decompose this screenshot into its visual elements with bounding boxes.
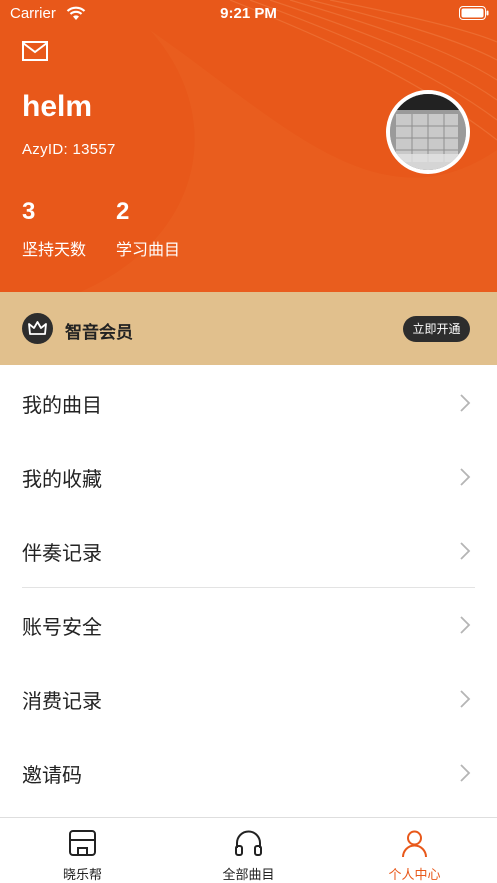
stat-value: 2 <box>116 198 130 225</box>
avatar-image <box>390 94 466 170</box>
store-icon <box>69 830 96 856</box>
menu-item-favorites[interactable]: 我的收藏 <box>0 439 497 513</box>
menu-item-accompaniment-history[interactable]: 伴奏记录 <box>0 513 497 587</box>
menu-item-label: 消费记录 <box>22 689 102 713</box>
menu-list: 我的曲目 我的收藏 伴奏记录 账号安全 消费记录 邀请码 <box>0 365 497 817</box>
chevron-right-icon <box>460 394 471 412</box>
stat-label: 坚持天数 <box>22 240 87 259</box>
menu-divider <box>22 587 475 588</box>
chevron-right-icon <box>460 468 471 486</box>
chevron-right-icon <box>460 764 471 782</box>
person-icon <box>402 830 427 858</box>
tab-label: 晓乐帮 <box>62 868 102 883</box>
tab-personal-center[interactable]: 个人中心 <box>332 818 497 883</box>
menu-item-label: 我的曲目 <box>22 393 102 417</box>
status-time: 9:21 PM <box>220 5 277 22</box>
username: helm <box>22 90 93 123</box>
menu-item-label: 邀请码 <box>22 763 82 787</box>
tab-all-songs[interactable]: 全部曲目 <box>166 818 331 883</box>
tab-label: 个人中心 <box>388 868 441 883</box>
chevron-right-icon <box>460 690 471 708</box>
crown-icon <box>22 313 53 344</box>
menu-item-my-songs[interactable]: 我的曲目 <box>0 365 497 439</box>
mail-icon[interactable] <box>22 40 48 62</box>
stat-value: 3 <box>22 198 36 225</box>
chevron-right-icon <box>460 616 471 634</box>
menu-item-label: 我的收藏 <box>22 467 102 491</box>
tab-xiaolebang[interactable]: 晓乐帮 <box>0 818 165 883</box>
status-bar: Carrier 9:21 PM <box>0 0 497 30</box>
stat-label: 学习曲目 <box>116 240 181 259</box>
vip-label: 智音会员 <box>65 323 133 343</box>
stat-persist-days: 3 坚持天数 <box>22 198 86 260</box>
headphones-icon <box>235 830 262 856</box>
vip-open-button[interactable]: 立即开通 <box>403 316 470 342</box>
user-id: AzyID: 13557 <box>22 141 116 158</box>
tab-bar: 晓乐帮 全部曲目 个人中心 <box>0 817 497 883</box>
battery-icon <box>459 6 489 20</box>
stat-learned-songs: 2 学习曲目 <box>116 198 180 260</box>
chevron-right-icon <box>460 542 471 560</box>
menu-item-invite-code[interactable]: 邀请码 <box>0 735 497 809</box>
avatar[interactable] <box>386 90 470 174</box>
menu-item-label: 伴奏记录 <box>22 541 102 565</box>
menu-item-account-security[interactable]: 账号安全 <box>0 587 497 661</box>
menu-item-label: 账号安全 <box>22 615 102 639</box>
menu-item-purchase-history[interactable]: 消费记录 <box>0 661 497 735</box>
tab-label: 全部曲目 <box>222 868 275 883</box>
profile-header: Carrier 9:21 PM helm AzyID: 13557 3 坚持天数… <box>0 0 497 292</box>
